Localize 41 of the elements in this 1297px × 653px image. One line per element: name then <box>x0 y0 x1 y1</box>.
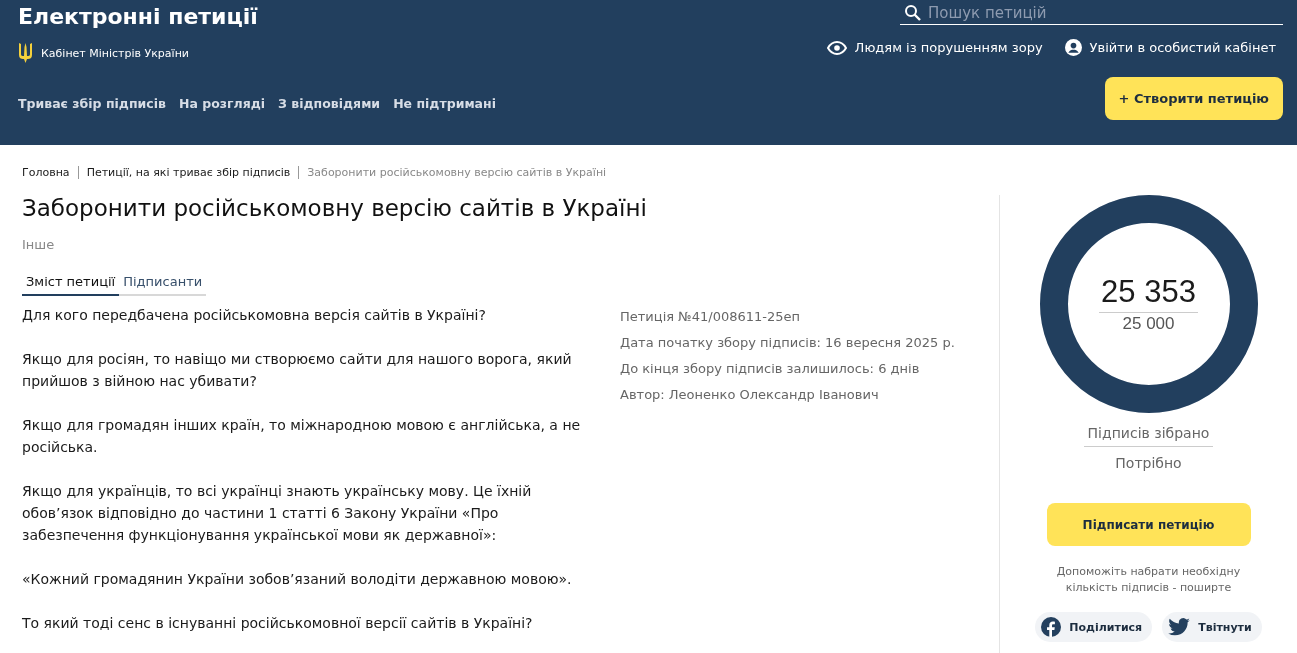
user-icon <box>1064 39 1082 56</box>
site-title: Електронні петиції <box>18 4 259 29</box>
create-petition-button[interactable]: + Створити петицію <box>1104 77 1283 120</box>
petition-meta: Петиція №41/008611-25еп <box>620 308 801 326</box>
petition-meta: Дата початку збору підписів: 16 вересня 2025 р. <box>620 334 955 352</box>
share-button[interactable]: Поділитися <box>1035 612 1153 642</box>
needed-label: Потрібно <box>1115 455 1182 471</box>
nav-link[interactable]: З відповідями <box>278 96 381 111</box>
trident-icon <box>18 41 33 65</box>
petition-paragraph: Для кого передбачена російськомовна версія сайтів в Україні? <box>22 306 487 325</box>
tab[interactable]: Підписанти <box>119 266 207 296</box>
nav-link[interactable]: Не підтримані <box>393 96 496 111</box>
nav-link[interactable]: Триває збір підписів <box>18 96 166 111</box>
petition-meta: До кінця збору підписів залишилось: 6 днів <box>620 360 921 378</box>
bird-icon <box>1168 618 1191 636</box>
signature-count: 25 353 <box>1099 274 1198 313</box>
organization-name: Кабінет Міністрів України <box>41 46 189 60</box>
nav-link[interactable]: На розгляді <box>178 96 266 111</box>
petition-paragraph: Якщо для громадян інших країн, то міжнародною мовою є англійська, а не російська. <box>22 416 582 457</box>
header-link[interactable]: Увійти в особистий кабінет <box>1064 39 1276 56</box>
share-hint: Допоможіть набрати необхідну кількість підписів - поширте <box>1055 564 1242 596</box>
breadcrumb-link[interactable]: Головна <box>22 166 70 179</box>
petition-meta: Автор: Леоненко Олександр Іванович <box>620 386 880 404</box>
petition-category: Інше <box>22 237 56 252</box>
header-link[interactable]: Людям із порушенням зору <box>826 39 1043 56</box>
petition-paragraph: Якщо для українців, то всі українці знають українську мову. Це їхній обов’язок відповідно до частини 1 статті 6 Закону України «Про забезпечення функціонування української мови як державної»: <box>22 482 533 545</box>
petition-paragraph: Якщо для росіян, то навіщо ми створюємо сайти для нашого ворога, який прийшов з війною нас убивати? <box>22 350 573 391</box>
tab[interactable]: Зміст петиції <box>22 266 120 296</box>
eye-icon <box>826 40 847 55</box>
collected-label: Підписів зібрано <box>1083 425 1214 447</box>
search-icon <box>904 4 922 22</box>
petition-paragraph: «Кожний громадянин України зобов’язаний володіти державною мовою». <box>22 570 573 589</box>
sign-petition-button[interactable]: Підписати петицію <box>1046 503 1251 546</box>
search-field[interactable]: Пошук петицій <box>928 4 1283 22</box>
breadcrumb-link[interactable]: Петиції, на які триває збір підписів <box>86 166 291 179</box>
petition-paragraph: То який тоді сенс в існуванні російськомовної версії сайтів в Україні? <box>22 614 534 633</box>
signature-goal: 25 000 <box>1122 314 1175 334</box>
petition-title: Заборонити російськомовну версію сайтів в Україні <box>22 195 648 221</box>
facebook-icon <box>1041 617 1062 637</box>
share-button[interactable]: Твітнути <box>1162 612 1262 642</box>
breadcrumb-link[interactable]: Заборонити російськомовну версію сайтів в Україні <box>307 166 607 179</box>
